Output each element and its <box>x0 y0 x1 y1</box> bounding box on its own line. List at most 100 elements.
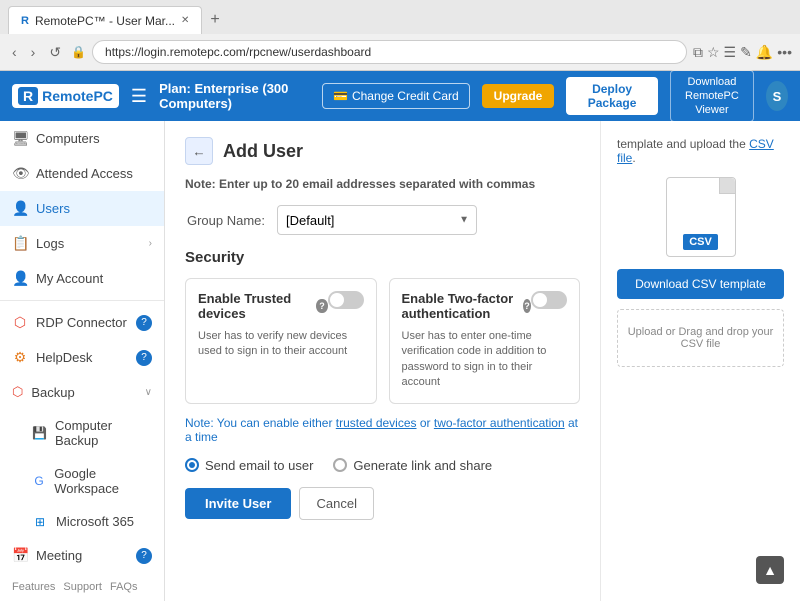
sidebar-item-backup[interactable]: ⬡ Backup ∨ <box>0 375 164 409</box>
download-line1: Download <box>679 75 745 89</box>
sidebar-label-meeting: Meeting <box>36 548 82 563</box>
logo-name: RemotePC <box>42 88 113 104</box>
sidebar-item-logs[interactable]: 📋 Logs › <box>0 226 164 261</box>
sidebar-item-google-workspace[interactable]: G Google Workspace <box>0 457 164 505</box>
radio-send-email-dot <box>185 458 199 472</box>
sidebar-item-users[interactable]: 👤 Users <box>0 191 164 226</box>
sidebar-label-helpdesk: HelpDesk <box>36 350 92 365</box>
rdp-help-icon[interactable]: ? <box>136 315 152 331</box>
active-tab[interactable]: R RemotePC™ - User Mar... ✕ <box>8 6 202 34</box>
download-csv-btn[interactable]: Download CSV template <box>617 269 784 299</box>
meeting-icon: 📅 <box>12 547 28 564</box>
logs-icon: 📋 <box>12 235 28 252</box>
two-factor-desc: User has to enter one-time verification … <box>402 329 568 391</box>
favorites-icon: ☆ <box>707 44 720 61</box>
microsoft-icon: ⊞ <box>32 515 48 529</box>
two-factor-toggle[interactable] <box>531 291 567 309</box>
trusted-devices-title: Enable Trusted devices ? <box>198 291 328 321</box>
sidebar-item-meeting[interactable]: 📅 Meeting ? <box>0 538 164 573</box>
sidebar-label-backup: Backup <box>31 385 74 400</box>
radio-generate-link-label: Generate link and share <box>353 458 492 473</box>
account-icon: 👤 <box>12 270 28 287</box>
sidebar-label-computer-backup: Computer Backup <box>55 418 152 448</box>
csv-icon: CSV <box>666 177 736 257</box>
csv-note-prefix: template and upload the <box>617 137 746 151</box>
edit-icon: ✎ <box>740 44 752 61</box>
footer-faqs[interactable]: FAQs <box>110 581 138 593</box>
trusted-devices-info-icon[interactable]: ? <box>316 299 327 313</box>
csv-label: CSV <box>683 234 718 250</box>
backup-icon: ⬡ <box>12 384 23 400</box>
meeting-help-icon[interactable]: ? <box>136 548 152 564</box>
upload-area[interactable]: Upload or Drag and drop your CSV file <box>617 309 784 367</box>
sidebar-item-computer-backup[interactable]: 💾 Computer Backup <box>0 409 164 457</box>
sidebar-item-microsoft-365[interactable]: ⊞ Microsoft 365 <box>0 505 164 538</box>
sidebar-label-microsoft-365: Microsoft 365 <box>56 514 134 529</box>
download-viewer-btn[interactable]: Download RemotePC Viewer <box>670 70 754 123</box>
new-tab-btn[interactable]: + <box>202 8 227 32</box>
download-line2: RemotePC Viewer <box>679 89 745 118</box>
sidebar-label-google-workspace: Google Workspace <box>54 466 152 496</box>
two-factor-title: Enable Two-factor authentication ? <box>402 291 532 321</box>
sidebar-divider-1 <box>0 300 164 301</box>
change-credit-card-btn[interactable]: 💳 Change Credit Card <box>322 83 470 109</box>
note-prefix: Note: <box>185 177 216 191</box>
sidebar-item-helpdesk[interactable]: ⚙ HelpDesk ? <box>0 340 164 375</box>
refresh-btn[interactable]: ↺ <box>45 42 65 63</box>
trusted-devices-desc: User has to verify new devices used to s… <box>198 329 364 360</box>
backup-arrow: ∨ <box>145 387 152 398</box>
deploy-package-btn[interactable]: Deploy Package <box>566 77 657 115</box>
app-header: R RemotePC ☰ Plan: Enterprise (300 Compu… <box>0 71 800 121</box>
security-section-title: Security <box>185 249 580 266</box>
sidebar-item-my-account[interactable]: 👤 My Account <box>0 261 164 296</box>
helpdesk-help-icon[interactable]: ? <box>136 350 152 366</box>
trusted-devices-link[interactable]: trusted devices <box>336 416 417 430</box>
browser-chrome: R RemotePC™ - User Mar... ✕ + ‹ › ↺ 🔒 ⧉ … <box>0 0 800 71</box>
footer-links: Features Support FAQs <box>0 573 164 601</box>
sidebar-item-rdp-connector[interactable]: ⬡ RDP Connector ? <box>0 305 164 340</box>
user-avatar[interactable]: S <box>766 81 788 111</box>
footer-support[interactable]: Support <box>63 581 102 593</box>
two-factor-info-icon[interactable]: ? <box>523 299 531 313</box>
radio-group: Send email to user Generate link and sha… <box>185 458 580 473</box>
notifications-icon: 🔔 <box>756 44 773 61</box>
credit-card-icon: 💳 <box>333 89 348 103</box>
sidebar-label-users: Users <box>36 201 70 216</box>
sidebar-item-computers[interactable]: 🖥 Computers <box>0 121 164 156</box>
radio-generate-link-dot <box>333 458 347 472</box>
radio-send-email[interactable]: Send email to user <box>185 458 313 473</box>
hamburger-menu[interactable]: ☰ <box>131 86 147 107</box>
back-button[interactable]: ← <box>185 137 213 165</box>
tab-close-btn[interactable]: ✕ <box>181 15 189 26</box>
sidebar-label-attended-access: Attended Access <box>36 166 133 181</box>
back-nav-btn[interactable]: ‹ <box>8 42 21 62</box>
trusted-devices-toggle[interactable] <box>328 291 364 309</box>
two-factor-toggle-knob <box>533 293 547 307</box>
csv-note: template and upload the CSV file. <box>617 137 784 165</box>
helpdesk-icon: ⚙ <box>12 349 28 366</box>
favicon: R <box>21 15 29 27</box>
logo-area: R RemotePC <box>12 84 119 108</box>
invite-user-btn[interactable]: Invite User <box>185 488 291 519</box>
upgrade-btn[interactable]: Upgrade <box>482 84 555 108</box>
cancel-btn[interactable]: Cancel <box>299 487 373 520</box>
right-panel: template and upload the CSV file. CSV Do… <box>600 121 800 601</box>
address-input[interactable] <box>92 40 687 64</box>
computer-backup-icon: 💾 <box>32 426 47 440</box>
action-row: Invite User Cancel <box>185 487 580 520</box>
group-select[interactable]: [Default] <box>277 205 477 235</box>
footer-features[interactable]: Features <box>12 581 55 593</box>
app-body: 🖥 Computers 👁 Attended Access 👤 Users 📋 … <box>0 121 800 601</box>
radio-send-email-label: Send email to user <box>205 458 313 473</box>
forward-nav-btn[interactable]: › <box>27 42 40 62</box>
sidebar-item-attended-access[interactable]: 👁 Attended Access <box>0 156 164 191</box>
scroll-top-btn[interactable]: ▲ <box>756 556 784 584</box>
lock-icon: 🔒 <box>71 45 86 59</box>
two-factor-link[interactable]: two-factor authentication <box>434 416 565 430</box>
csv-fold <box>719 178 735 194</box>
logs-arrow: › <box>149 238 152 249</box>
sidebar-label-my-account: My Account <box>36 271 103 286</box>
group-select-wrapper: [Default] ▼ <box>277 205 477 235</box>
sidebar-label-rdp: RDP Connector <box>36 315 127 330</box>
radio-generate-link[interactable]: Generate link and share <box>333 458 492 473</box>
